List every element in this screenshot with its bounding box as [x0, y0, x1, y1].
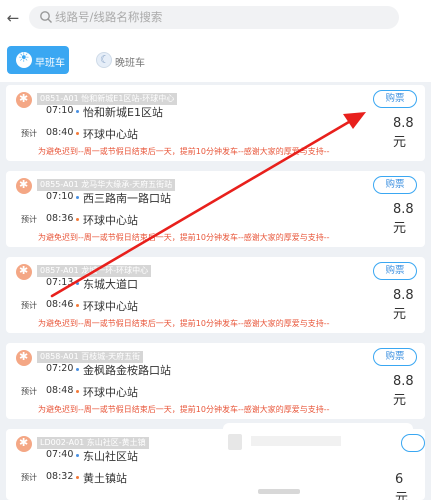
arrive-time: 08:32 [46, 471, 74, 482]
end-dot [76, 390, 79, 393]
end-dot [76, 132, 79, 135]
buy-ticket-button[interactable]: 购票 [373, 176, 417, 194]
start-station: 怡和新城E1区站 [83, 106, 163, 119]
start-station: 西三路南一路口站 [83, 192, 171, 205]
start-dot [76, 454, 79, 457]
notice-text: 为避免迟到--周一或节假日结束后一天，提前10分钟发车--感谢大家的厚爱与支持-… [38, 147, 330, 156]
watermark-overlay: 6元 [223, 423, 425, 500]
bus-logo-icon [16, 178, 32, 194]
ticket-price: 8.8元 [393, 202, 414, 236]
depart-time: 07:20 [46, 363, 74, 374]
sun-icon [16, 51, 32, 68]
end-station: 环球中心站 [83, 214, 138, 227]
ticket-price: 8.8元 [393, 116, 414, 150]
tab-evening-shift[interactable]: 晚班车 [87, 46, 149, 74]
buy-ticket-button[interactable]: 购票 [373, 90, 417, 108]
start-station: 金枫路金桉路口站 [83, 364, 171, 377]
depart-time: 07:10 [46, 105, 74, 116]
shift-tabs: 早班车 晚班车 [0, 38, 431, 82]
arrive-time: 08:36 [46, 213, 74, 224]
watermark-banner [251, 436, 341, 446]
ticket-price: 6元 [395, 472, 409, 500]
buy-ticket-button[interactable]: 购票 [373, 348, 417, 366]
bus-logo-icon [16, 350, 32, 366]
end-station: 环球中心站 [83, 300, 138, 313]
depart-time: 07:13 [46, 277, 74, 288]
estimate-label: 预计 [21, 387, 37, 396]
end-dot [76, 476, 79, 479]
arrive-time: 08:40 [46, 127, 74, 138]
start-dot [76, 368, 79, 371]
moon-icon [96, 52, 112, 68]
tab-label: 早班车 [35, 58, 65, 69]
search-input[interactable]: 线路号/线路名称搜索 [29, 6, 399, 29]
start-station: 东城大道口 [83, 278, 138, 291]
buy-ticket-button-partial[interactable] [401, 434, 425, 452]
top-bar: ← 线路号/线路名称搜索 [0, 0, 431, 38]
route-card[interactable]: 0857-A01 龙城一环-环球中心 购票 07:13 东城大道口 预计 08:… [6, 257, 425, 333]
back-arrow-icon[interactable]: ← [3, 8, 23, 28]
buy-ticket-button[interactable]: 购票 [373, 262, 417, 280]
end-dot [76, 304, 79, 307]
watermark-bar [258, 489, 300, 494]
end-station: 环球中心站 [83, 386, 138, 399]
ticket-price: 8.8元 [393, 288, 414, 322]
start-dot [76, 110, 79, 113]
estimate-label: 预计 [21, 129, 37, 138]
end-dot [76, 218, 79, 221]
end-station: 黄土镇站 [83, 472, 127, 485]
ticket-price: 8.8元 [393, 374, 414, 408]
search-placeholder: 线路号/线路名称搜索 [55, 10, 163, 24]
notice-text: 为避免迟到--周一或节假日结束后一天，提前10分钟发车--感谢大家的厚爱与支持-… [38, 233, 330, 242]
watermark-logo-icon [228, 434, 242, 450]
start-dot [76, 282, 79, 285]
route-card[interactable]: 0855-A01 龙马华大缘承-天府五街站 购票 07:10 西三路南一路口站 … [6, 171, 425, 247]
arrive-time: 08:48 [46, 385, 74, 396]
end-station: 环球中心站 [83, 128, 138, 141]
start-dot [76, 196, 79, 199]
arrive-time: 08:46 [46, 299, 74, 310]
bus-logo-icon [16, 92, 32, 108]
depart-time: 07:40 [46, 449, 74, 460]
estimate-label: 预计 [21, 215, 37, 224]
tab-morning-shift[interactable]: 早班车 [7, 46, 69, 74]
notice-text: 为避免迟到--周一或节假日结束后一天，提前10分钟发车--感谢大家的厚爱与支持-… [38, 319, 330, 328]
bus-logo-icon [16, 436, 32, 452]
route-card[interactable]: 0851-A01 怡和新城E1区站-环球中心 购票 07:10 怡和新城E1区站… [6, 85, 425, 161]
tab-label: 晚班车 [115, 58, 145, 69]
depart-time: 07:10 [46, 191, 74, 202]
estimate-label: 预计 [21, 473, 37, 482]
estimate-label: 预计 [21, 301, 37, 310]
notice-text: 为避免迟到--周一或节假日结束后一天，提前10分钟发车--感谢大家的厚爱与支持-… [38, 405, 330, 414]
search-icon [40, 11, 52, 23]
bus-logo-icon [16, 264, 32, 280]
route-card[interactable]: 0858-A01 百枝城-天府五街 购票 07:20 金枫路金桉路口站 预计 0… [6, 343, 425, 419]
start-station: 东山社区站 [83, 450, 138, 463]
